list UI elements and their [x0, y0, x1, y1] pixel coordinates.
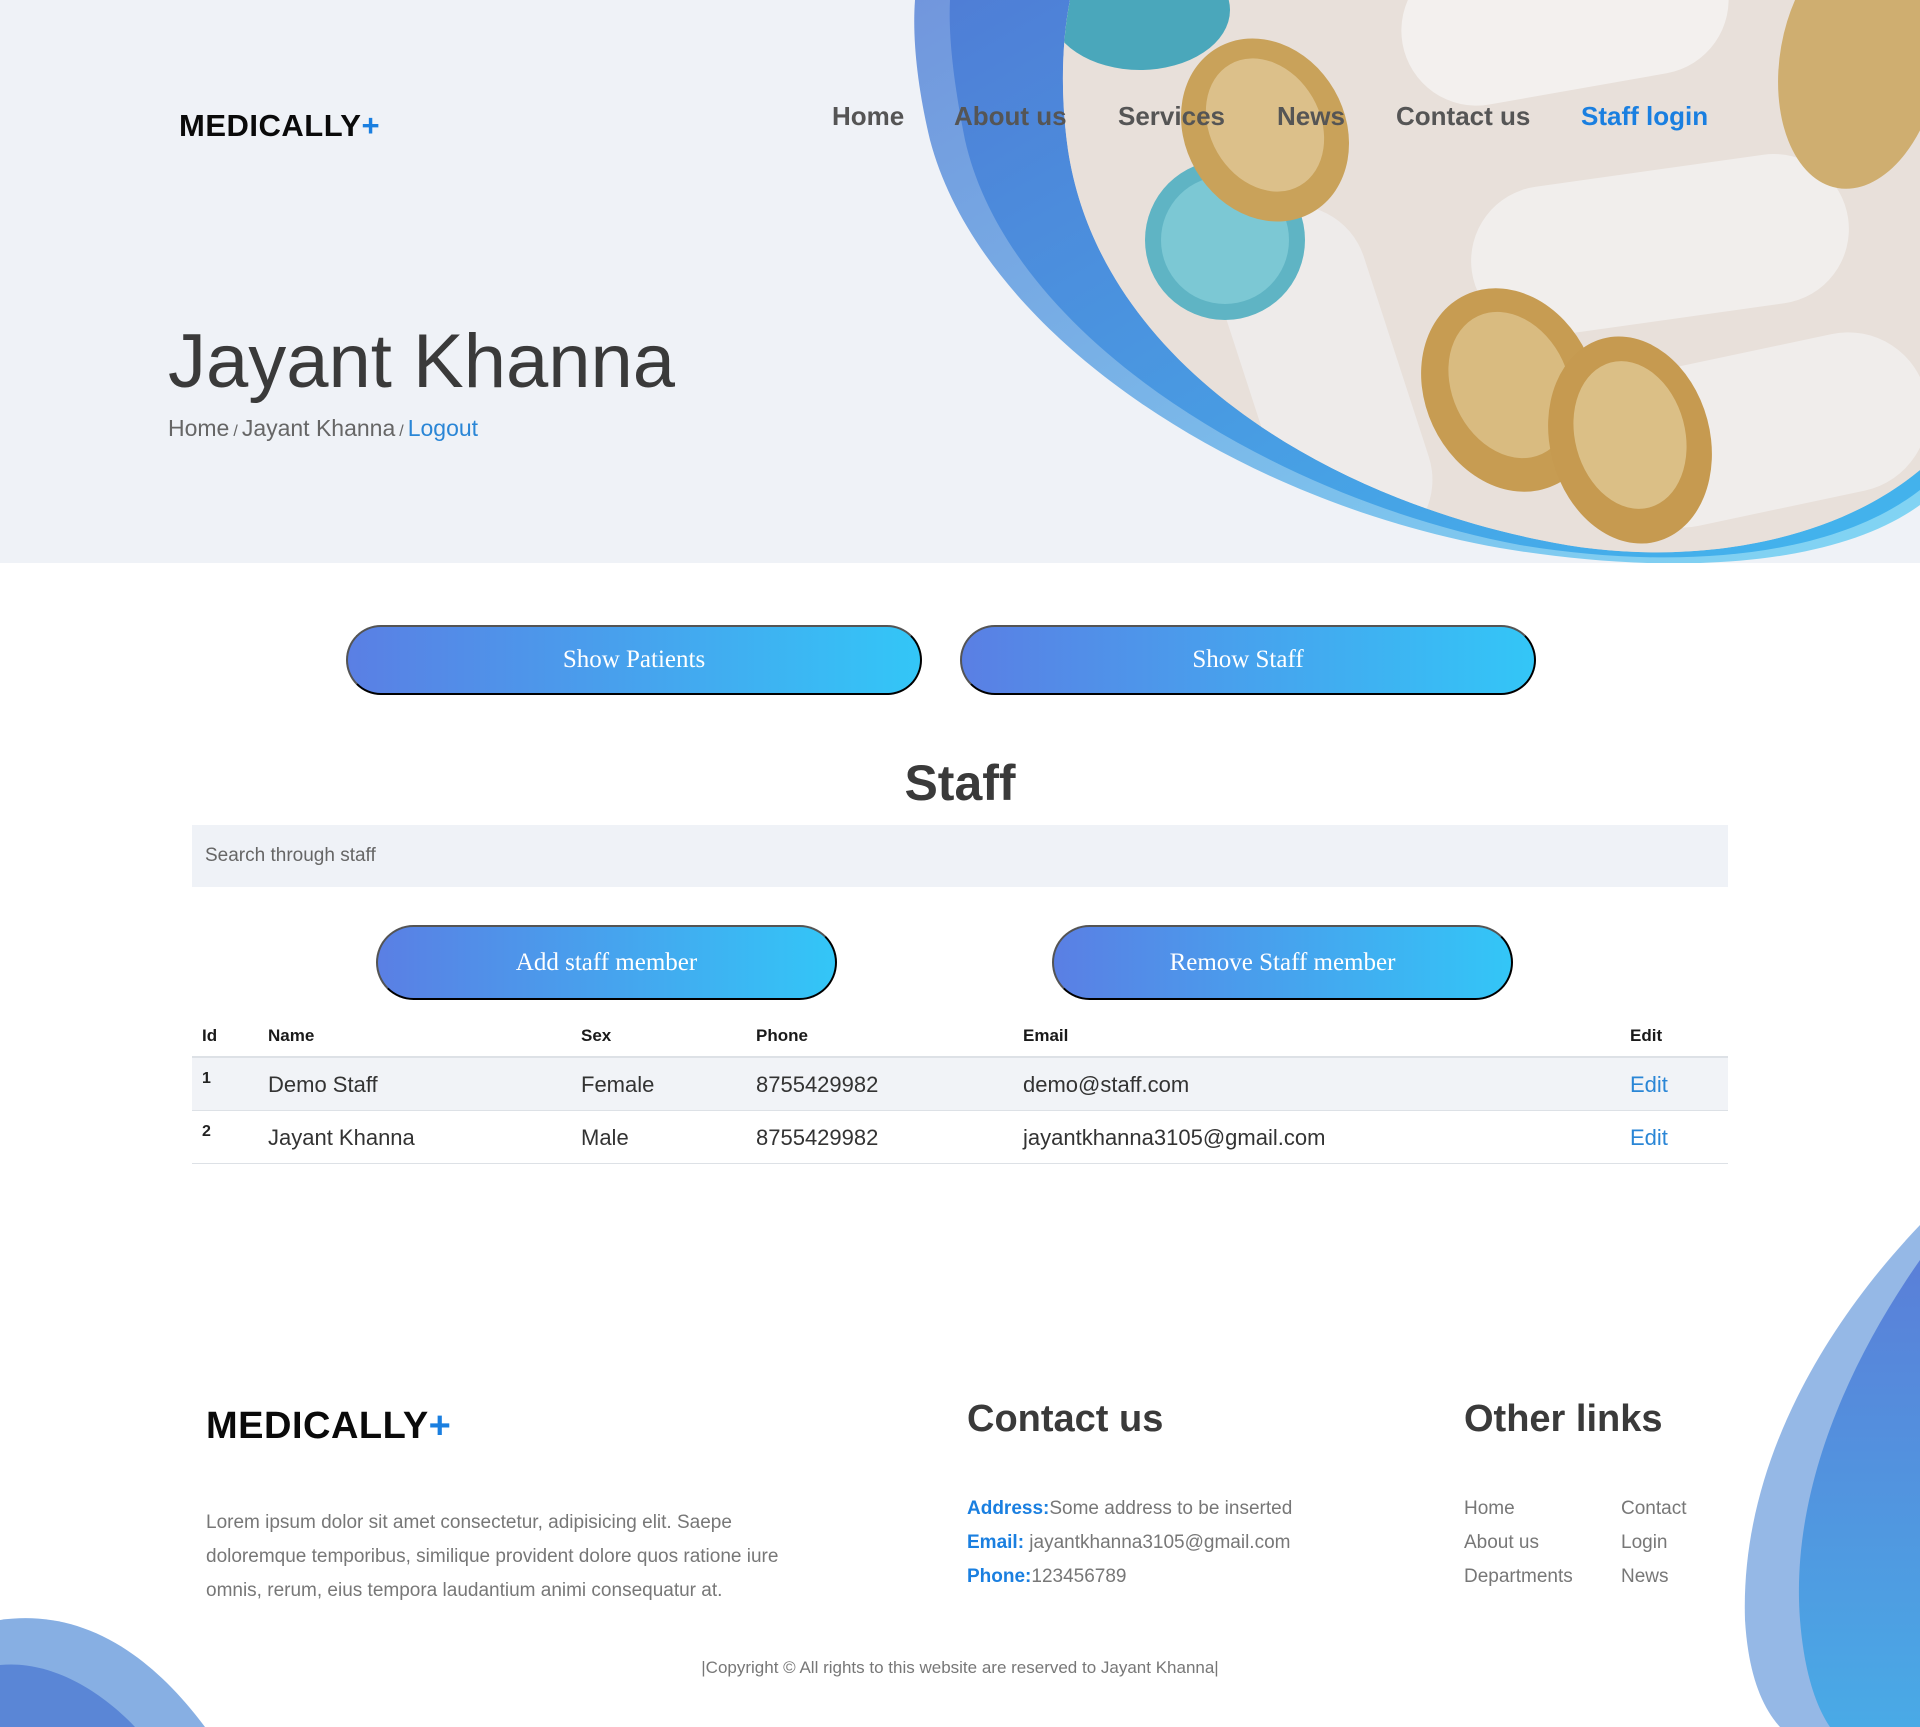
add-staff-button[interactable]: Add staff member: [376, 925, 837, 1000]
footer-link-news[interactable]: News: [1621, 1566, 1669, 1588]
column-header-edit: Edit: [1630, 1026, 1663, 1045]
cell-sex: Male: [581, 1125, 629, 1150]
remove-staff-button[interactable]: Remove Staff member: [1052, 925, 1513, 1000]
breadcrumb-separator: /: [233, 423, 238, 440]
nav-services[interactable]: Services: [1118, 101, 1225, 132]
footer-contact-heading: Contact us: [967, 1398, 1164, 1440]
email-value: jayantkhanna3105@gmail.com: [1024, 1532, 1291, 1553]
nav-news[interactable]: News: [1277, 101, 1345, 132]
header-logo[interactable]: MEDICALLY+: [179, 108, 380, 144]
phone-label: Phone:: [967, 1566, 1032, 1587]
email-label: Email:: [967, 1532, 1025, 1553]
cell-email: demo@staff.com: [1023, 1072, 1190, 1097]
cell-name: Jayant Khanna: [268, 1125, 415, 1150]
address-label: Address:: [967, 1498, 1050, 1519]
footer-link-contact[interactable]: Contact: [1621, 1498, 1686, 1520]
column-header-id: Id: [202, 1026, 218, 1045]
footer-link-home[interactable]: Home: [1464, 1498, 1515, 1520]
footer-logo[interactable]: MEDICALLY+: [206, 1405, 451, 1448]
cell-id: 2: [202, 1123, 211, 1140]
show-staff-button[interactable]: Show Staff: [960, 625, 1536, 695]
hero-pills-image: [914, 0, 1920, 563]
brand-name: MEDICALLY: [179, 108, 362, 143]
breadcrumb-current: Jayant Khanna: [241, 415, 396, 441]
footer-links-heading: Other links: [1464, 1398, 1663, 1440]
footer-link-login[interactable]: Login: [1621, 1532, 1668, 1554]
column-header-email: Email: [1023, 1026, 1069, 1045]
nav-about[interactable]: About us: [954, 101, 1067, 132]
table-row: 1 Demo Staff Female 8755429982 demo@staf…: [192, 1058, 1728, 1111]
footer-link-departments[interactable]: Departments: [1464, 1566, 1573, 1588]
column-header-name: Name: [268, 1026, 315, 1045]
phone-value: 123456789: [1031, 1566, 1127, 1587]
staff-section-title: Staff: [904, 755, 1016, 811]
staff-table: Id Name Sex Phone Email Edit 1 Demo Staf…: [192, 1015, 1728, 1164]
table-header: Id Name Sex Phone Email Edit: [192, 1015, 1728, 1058]
edit-link[interactable]: Edit: [1630, 1072, 1668, 1098]
show-patients-button[interactable]: Show Patients: [346, 625, 922, 695]
table-row: 2 Jayant Khanna Male 8755429982 jayantkh…: [192, 1111, 1728, 1164]
nav-contact[interactable]: Contact us: [1396, 101, 1530, 132]
brand-plus: +: [428, 1405, 452, 1447]
logout-link[interactable]: Logout: [408, 415, 478, 441]
cell-sex: Female: [581, 1072, 655, 1097]
breadcrumb-home[interactable]: Home: [168, 415, 229, 441]
cell-email: jayantkhanna3105@gmail.com: [1023, 1125, 1326, 1150]
footer-wave-right: [1744, 1225, 1920, 1727]
staff-search-input[interactable]: [192, 825, 1728, 887]
breadcrumb-separator: /: [399, 423, 404, 440]
footer-email: Email: jayantkhanna3105@gmail.com: [967, 1532, 1290, 1554]
brand-plus: +: [361, 108, 381, 143]
cell-phone: 8755429982: [756, 1072, 879, 1097]
cell-name: Demo Staff: [268, 1072, 378, 1097]
nav-home[interactable]: Home: [832, 101, 904, 132]
edit-link[interactable]: Edit: [1630, 1125, 1668, 1151]
hero-section: MEDICALLY+ Home About us Services News C…: [0, 0, 1920, 563]
cell-phone: 8755429982: [756, 1125, 879, 1150]
column-header-phone: Phone: [756, 1026, 808, 1045]
nav-staff-login[interactable]: Staff login: [1581, 101, 1708, 132]
page-title: Jayant Khanna: [168, 319, 676, 404]
brand-name: MEDICALLY: [206, 1405, 429, 1447]
footer-link-about[interactable]: About us: [1464, 1532, 1539, 1554]
footer-phone: Phone:123456789: [967, 1566, 1127, 1588]
address-value: Some address to be inserted: [1049, 1498, 1293, 1519]
footer-address: Address:Some address to be inserted: [967, 1498, 1292, 1520]
cell-id: 1: [202, 1070, 211, 1087]
column-header-sex: Sex: [581, 1026, 612, 1045]
breadcrumb: Home / Jayant Khanna / Logout: [168, 415, 478, 442]
copyright-text: |Copyright © All rights to this website …: [701, 1658, 1219, 1677]
footer-about-text: Lorem ipsum dolor sit amet consectetur, …: [206, 1512, 779, 1601]
